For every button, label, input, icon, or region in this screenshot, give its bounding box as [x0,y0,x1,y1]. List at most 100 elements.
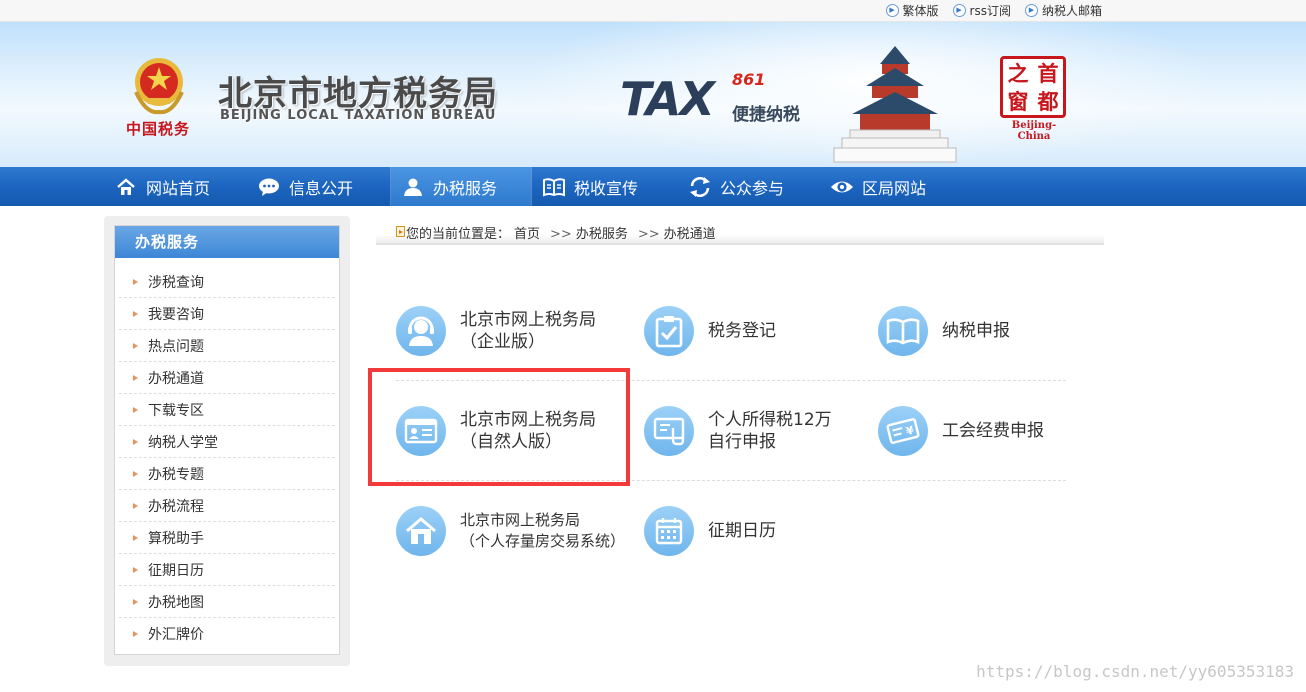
refresh-arrows-icon [688,175,712,199]
play-circle-icon: ▶ [952,3,966,17]
sidebar-item-label: 办税通道 [148,370,204,387]
eye-icon [830,175,854,199]
service-tax-calendar[interactable]: 征期日历 [644,481,776,581]
taxpayer-mailbox-label: 纳税人邮箱 [1041,3,1102,18]
capital-window-seal: 之 首 窗 都 [1000,56,1066,118]
sidebar-item-label: 外汇牌价 [148,627,204,643]
temple-of-heaven-icon [833,46,957,163]
arrow-right-icon [133,438,138,445]
arrow-right-icon [133,374,138,381]
breadcrumb-tax-channel[interactable]: 办税通道 [664,227,716,242]
service-union-fee-filing[interactable]: ¥ 工会经费申报 [878,381,1044,481]
breadcrumb-home[interactable]: 首页 [514,227,540,242]
nav-label: 税收宣传 [574,178,639,198]
chat-bubble-icon [257,175,281,199]
sidebar-item-label: 下载专区 [148,402,204,419]
sidebar-item-tax-calendar[interactable]: 征期日历 [119,554,335,586]
sidebar-box: 办税服务 涉税查询 我要咨询 热点问题 办税通道 下载专区 纳税人学堂 办税专题… [114,225,340,655]
seal-char: 之 [1007,61,1029,86]
svg-text:¥: ¥ [905,423,916,438]
nav-tax-service[interactable]: 办税服务 [391,167,531,206]
seal-char: 首 [1037,61,1059,86]
service-label: 北京市网上税务局 [460,310,596,330]
sidebar-item-label: 我要咨询 [148,306,204,323]
home-icon [114,175,138,199]
service-label: 个人所得税12万 [708,410,832,430]
main-nav: 网站首页 信息公开 办税服务 税收宣传 公众参与 区局网站 [0,167,1306,206]
nav-public-participation[interactable]: 公众参与 [678,167,820,206]
bureau-title-en: BEIJING LOCAL TAXATION BUREAU [220,108,497,123]
house-icon [396,506,446,556]
arrow-right-icon [133,598,138,605]
sidebar-item-hot-issues[interactable]: 热点问题 [119,330,335,362]
top-utility-bar: ▶ 繁体版 ▶ rss订阅 ▶ 纳税人邮箱 [0,0,1306,22]
taxpayer-mailbox-link[interactable]: ▶ 纳税人邮箱 [1024,2,1102,18]
service-tax-filing[interactable]: 纳税申报 [878,281,1010,381]
seal-char: 都 [1037,89,1059,114]
sidebar-item-tax-map[interactable]: 办税地图 [119,586,335,618]
arrow-right-icon [133,278,138,285]
sidebar-item-label: 热点问题 [148,338,204,355]
sidebar-item-tax-topics[interactable]: 办税专题 [119,458,335,490]
arrow-right-icon [133,406,138,413]
header-banner: 中国税务 北京市地方税务局 BEIJING LOCAL TAXATION BUR… [0,22,1306,167]
service-iit-self-filing[interactable]: 个人所得税12万 自行申报 [644,381,832,481]
highlight-box [368,368,630,486]
sidebar-item-tax-channel[interactable]: 办税通道 [119,362,335,394]
nav-label: 网站首页 [146,178,211,198]
sidebar-item-tax-query[interactable]: 涉税查询 [119,266,335,298]
nav-label: 区局网站 [862,178,927,198]
service-label: 工会经费申报 [942,421,1044,441]
service-label: 纳税申报 [942,321,1010,341]
sidebar-item-consult[interactable]: 我要咨询 [119,298,335,330]
breadcrumb: 您的当前位置是： 首页 >> 办税服务 >> 办税通道 [376,221,1104,245]
service-sublabel: 自行申报 [708,432,776,452]
sidebar-item-label: 征期日历 [148,562,204,579]
nav-label: 信息公开 [289,178,354,198]
nav-label: 公众参与 [720,178,785,198]
service-etax-housing[interactable]: 北京市网上税务局 （个人存量房交易系统） [396,481,625,581]
service-tax-registration[interactable]: 税务登记 [644,281,776,381]
tax-logo-slogan: 便捷纳税 [732,105,800,125]
calendar-icon [644,506,694,556]
arrow-right-icon [133,566,138,573]
nav-home[interactable]: 网站首页 [104,167,247,206]
traditional-chinese-link[interactable]: ▶ 繁体版 [885,2,939,18]
rss-link[interactable]: ▶ rss订阅 [952,2,1011,18]
arrow-right-icon [133,310,138,317]
clipboard-check-icon [644,306,694,356]
open-book-icon [878,306,928,356]
sidebar-item-exchange-rates[interactable]: 外汇牌价 [119,618,335,650]
user-icon [401,175,425,199]
watermark: https://blog.csdn.net/yy605353183 [976,662,1294,681]
sidebar-item-label: 办税流程 [148,498,204,515]
nav-district-sites[interactable]: 区局网站 [820,167,960,206]
sidebar-item-tax-calculator[interactable]: 算税助手 [119,522,335,554]
service-etax-enterprise[interactable]: 北京市网上税务局 （企业版） [396,281,596,381]
play-circle-icon: ▶ [885,3,899,17]
traditional-chinese-label: 繁体版 [902,3,939,18]
service-row: 北京市网上税务局 （企业版） 税务登记 纳税申报 [396,281,1066,381]
national-emblem-icon [134,58,184,115]
sidebar-item-label: 算税助手 [148,530,204,547]
location-arrow-icon [396,226,405,237]
sidebar-item-label: 纳税人学堂 [148,434,218,451]
service-label: 税务登记 [708,321,776,341]
nav-label: 办税服务 [433,178,498,198]
customer-service-icon [396,306,446,356]
tax-logo-text: TAX [620,72,715,126]
sidebar-item-downloads[interactable]: 下载专区 [119,394,335,426]
sidebar-item-tax-process[interactable]: 办税流程 [119,490,335,522]
nav-tax-publicity[interactable]: 税收宣传 [532,167,678,206]
touchscreen-icon [644,406,694,456]
breadcrumb-tax-service[interactable]: 办税服务 [576,227,628,242]
breadcrumb-prefix: 您的当前位置是： [406,226,511,242]
sidebar-title: 办税服务 [115,226,339,258]
arrow-right-icon [133,631,138,637]
nav-info-disclosure[interactable]: 信息公开 [247,167,390,206]
rss-label: rss订阅 [969,3,1011,18]
sidebar-item-taxpayer-school[interactable]: 纳税人学堂 [119,426,335,458]
arrow-right-icon [133,534,138,541]
play-circle-icon: ▶ [1024,3,1038,17]
seal-char: 窗 [1007,89,1029,114]
